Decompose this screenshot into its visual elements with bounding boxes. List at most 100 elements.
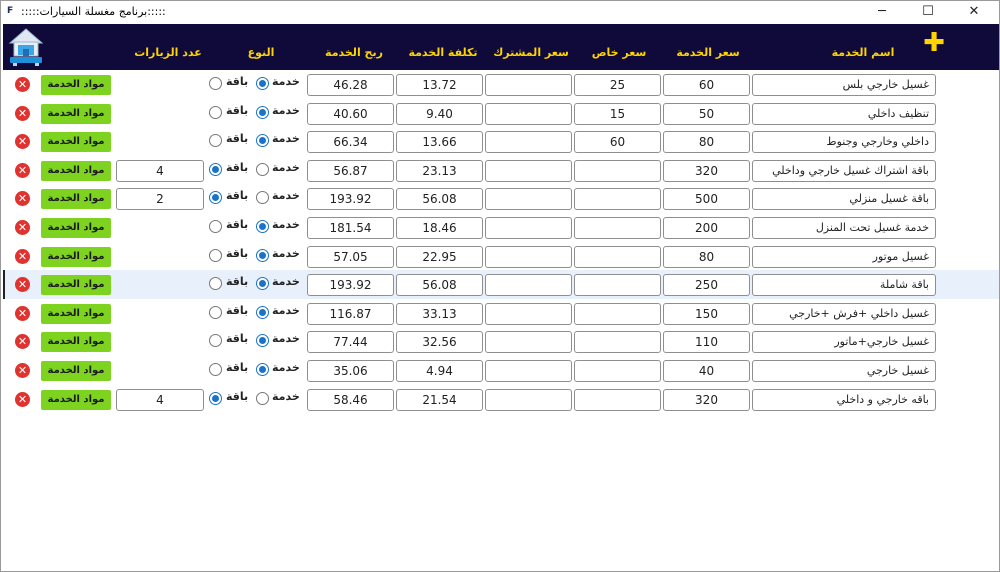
- profit-field[interactable]: 116.87: [307, 303, 394, 325]
- service-materials-button[interactable]: مواد الخدمة: [41, 132, 111, 152]
- profit-field[interactable]: 58.46: [307, 389, 394, 411]
- delete-icon[interactable]: ✕: [15, 392, 30, 407]
- special-price-field[interactable]: [574, 274, 661, 296]
- service-name-field[interactable]: غسيل خارجي: [752, 360, 936, 382]
- service-radio[interactable]: [256, 363, 269, 376]
- package-radio[interactable]: [209, 163, 222, 176]
- service-radio[interactable]: [256, 77, 269, 90]
- price-field[interactable]: 320: [663, 160, 750, 182]
- package-radio[interactable]: [209, 134, 222, 147]
- cost-field[interactable]: 13.72: [396, 74, 483, 96]
- package-radio[interactable]: [209, 220, 222, 233]
- service-radio[interactable]: [256, 249, 269, 262]
- price-field[interactable]: 200: [663, 217, 750, 239]
- service-materials-button[interactable]: مواد الخدمة: [41, 304, 111, 324]
- subscriber-price-field[interactable]: [485, 389, 572, 411]
- service-materials-button[interactable]: مواد الخدمة: [41, 361, 111, 381]
- profit-field[interactable]: 57.05: [307, 246, 394, 268]
- service-radio[interactable]: [256, 191, 269, 204]
- maximize-button[interactable]: ☐: [905, 1, 951, 23]
- add-service-button[interactable]: ✚: [922, 30, 946, 56]
- service-name-field[interactable]: غسيل خارجي بلس: [752, 74, 936, 96]
- profit-field[interactable]: 66.34: [307, 131, 394, 153]
- profit-field[interactable]: 40.60: [307, 103, 394, 125]
- subscriber-price-field[interactable]: [485, 160, 572, 182]
- price-field[interactable]: 250: [663, 274, 750, 296]
- delete-icon[interactable]: ✕: [15, 77, 30, 92]
- profit-field[interactable]: 193.92: [307, 274, 394, 296]
- service-name-field[interactable]: تنظيف داخلي: [752, 103, 936, 125]
- cost-field[interactable]: 9.40: [396, 103, 483, 125]
- cost-field[interactable]: 21.54: [396, 389, 483, 411]
- service-name-field[interactable]: غسيل خارجي+ماتور: [752, 331, 936, 353]
- service-name-field[interactable]: باقة اشتراك غسيل خارجي وداخلي: [752, 160, 936, 182]
- delete-icon[interactable]: ✕: [15, 220, 30, 235]
- subscriber-price-field[interactable]: [485, 188, 572, 210]
- subscriber-price-field[interactable]: [485, 217, 572, 239]
- service-name-field[interactable]: باقه خارجي و داخلي: [752, 389, 936, 411]
- package-radio[interactable]: [209, 77, 222, 90]
- cost-field[interactable]: 22.95: [396, 246, 483, 268]
- visits-field[interactable]: 4: [116, 160, 204, 182]
- special-price-field[interactable]: 25: [574, 74, 661, 96]
- subscriber-price-field[interactable]: [485, 103, 572, 125]
- delete-icon[interactable]: ✕: [15, 163, 30, 178]
- special-price-field[interactable]: 60: [574, 131, 661, 153]
- package-radio[interactable]: [209, 277, 222, 290]
- subscriber-price-field[interactable]: [485, 246, 572, 268]
- subscriber-price-field[interactable]: [485, 74, 572, 96]
- price-field[interactable]: 60: [663, 74, 750, 96]
- service-name-field[interactable]: غسيل موتور: [752, 246, 936, 268]
- price-field[interactable]: 150: [663, 303, 750, 325]
- service-materials-button[interactable]: مواد الخدمة: [41, 390, 111, 410]
- special-price-field[interactable]: [574, 188, 661, 210]
- price-field[interactable]: 80: [663, 131, 750, 153]
- service-radio[interactable]: [256, 277, 269, 290]
- service-materials-button[interactable]: مواد الخدمة: [41, 75, 111, 95]
- price-field[interactable]: 320: [663, 389, 750, 411]
- special-price-field[interactable]: [574, 160, 661, 182]
- cost-field[interactable]: 33.13: [396, 303, 483, 325]
- subscriber-price-field[interactable]: [485, 360, 572, 382]
- service-name-field[interactable]: باقة غسيل منزلي: [752, 188, 936, 210]
- service-name-field[interactable]: خدمة غسيل تحت المنزل: [752, 217, 936, 239]
- visits-field[interactable]: 2: [116, 188, 204, 210]
- delete-icon[interactable]: ✕: [15, 334, 30, 349]
- cost-field[interactable]: 56.08: [396, 188, 483, 210]
- delete-icon[interactable]: ✕: [15, 277, 30, 292]
- cost-field[interactable]: 23.13: [396, 160, 483, 182]
- subscriber-price-field[interactable]: [485, 131, 572, 153]
- special-price-field[interactable]: [574, 246, 661, 268]
- subscriber-price-field[interactable]: [485, 274, 572, 296]
- service-materials-button[interactable]: مواد الخدمة: [41, 161, 111, 181]
- service-radio[interactable]: [256, 163, 269, 176]
- service-materials-button[interactable]: مواد الخدمة: [41, 247, 111, 267]
- profit-field[interactable]: 35.06: [307, 360, 394, 382]
- close-window-button[interactable]: ✕: [951, 1, 997, 23]
- service-name-field[interactable]: باقة شاملة: [752, 274, 936, 296]
- cost-field[interactable]: 13.66: [396, 131, 483, 153]
- subscriber-price-field[interactable]: [485, 331, 572, 353]
- package-radio[interactable]: [209, 106, 222, 119]
- service-name-field[interactable]: داخلي وخارجي وجنوط: [752, 131, 936, 153]
- minimize-button[interactable]: ─: [859, 1, 905, 23]
- special-price-field[interactable]: [574, 217, 661, 239]
- package-radio[interactable]: [209, 363, 222, 376]
- service-materials-button[interactable]: مواد الخدمة: [41, 275, 111, 295]
- profit-field[interactable]: 77.44: [307, 331, 394, 353]
- service-materials-button[interactable]: مواد الخدمة: [41, 218, 111, 238]
- service-radio[interactable]: [256, 306, 269, 319]
- service-radio[interactable]: [256, 220, 269, 233]
- cost-field[interactable]: 32.56: [396, 331, 483, 353]
- service-radio[interactable]: [256, 106, 269, 119]
- special-price-field[interactable]: [574, 303, 661, 325]
- price-field[interactable]: 500: [663, 188, 750, 210]
- special-price-field[interactable]: 15: [574, 103, 661, 125]
- profit-field[interactable]: 181.54: [307, 217, 394, 239]
- profit-field[interactable]: 56.87: [307, 160, 394, 182]
- special-price-field[interactable]: [574, 389, 661, 411]
- delete-icon[interactable]: ✕: [15, 106, 30, 121]
- package-radio[interactable]: [209, 306, 222, 319]
- price-field[interactable]: 50: [663, 103, 750, 125]
- delete-icon[interactable]: ✕: [15, 363, 30, 378]
